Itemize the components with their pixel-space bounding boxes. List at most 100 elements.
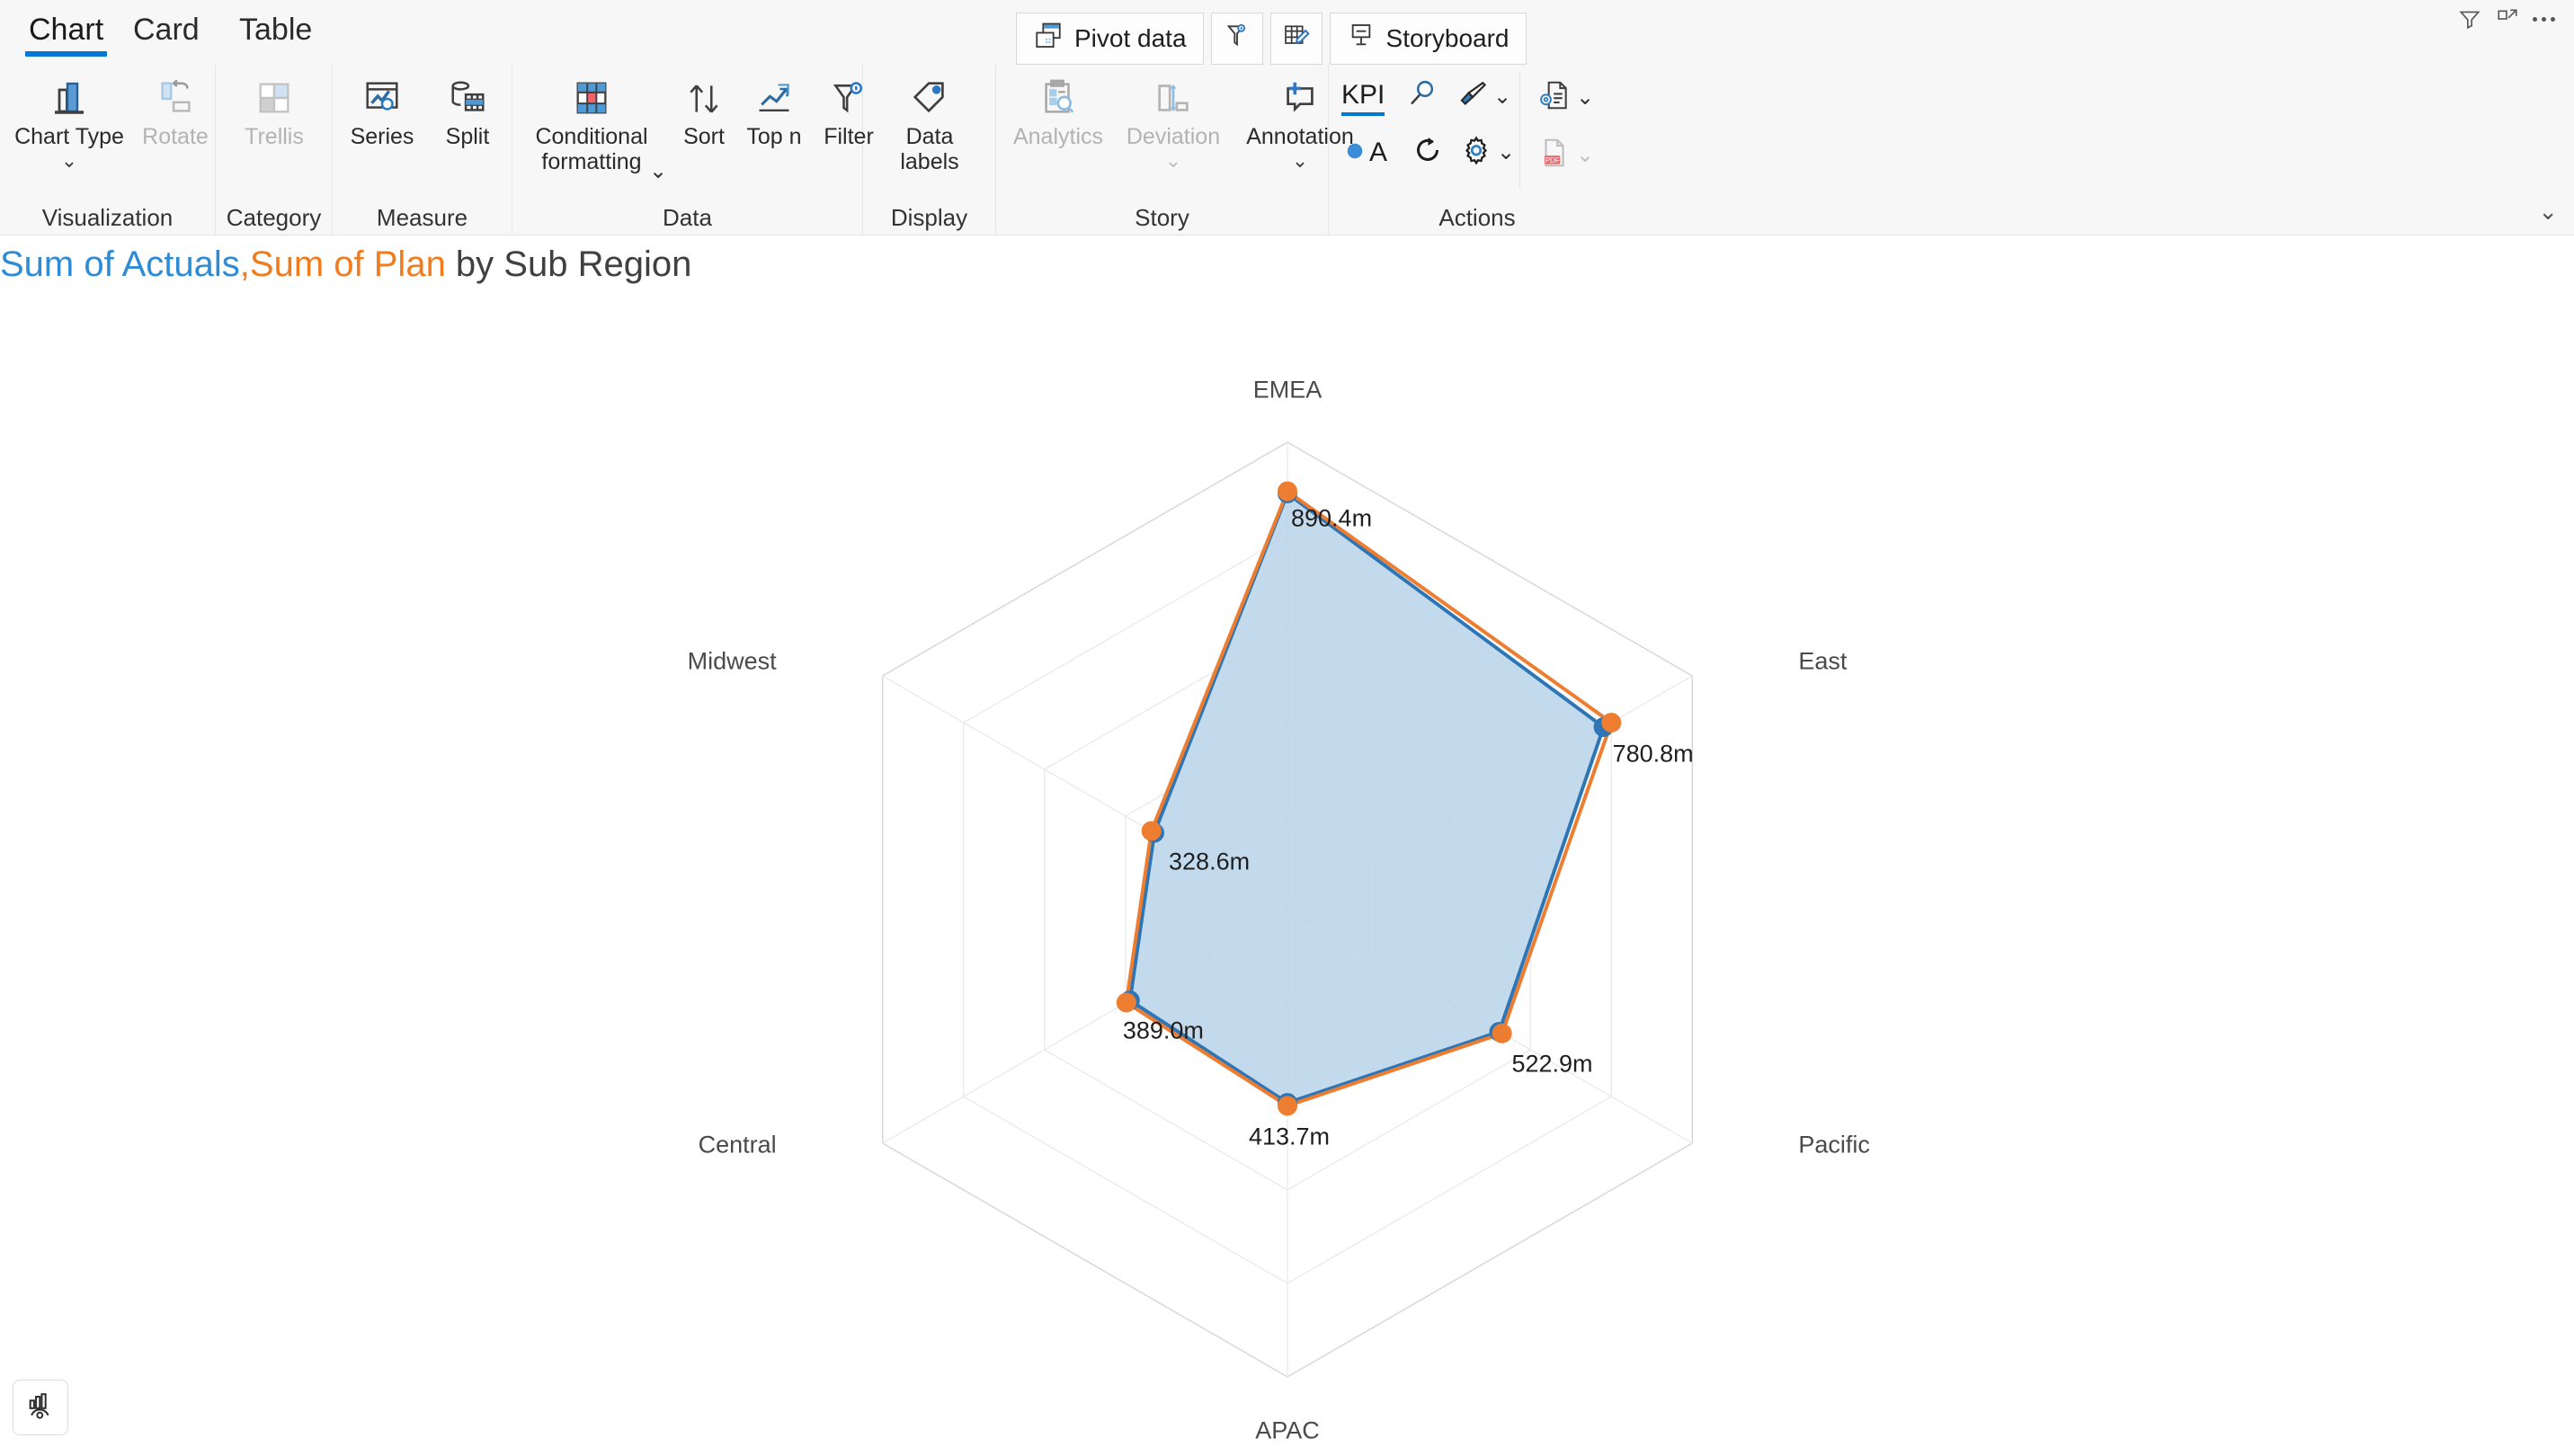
analytics-label: Analytics: [1012, 124, 1104, 149]
group-label-category: Category: [226, 204, 322, 231]
series-icon: [361, 68, 403, 119]
funnel-icon[interactable]: [2452, 4, 2488, 34]
expand-icon[interactable]: [2489, 4, 2525, 34]
pivot-data-button[interactable]: Pivot data: [1016, 13, 1204, 65]
document-config-button[interactable]: ⌄: [1534, 75, 1598, 120]
split-icon: [447, 68, 488, 119]
data-labels-label: Data labels: [900, 124, 959, 174]
sort-icon: [684, 68, 724, 119]
ribbon-top-commands: Pivot data Storyboard: [1016, 13, 1527, 65]
trellis-button: Trellis: [220, 68, 328, 149]
chevron-down-icon[interactable]: ⌄: [649, 158, 667, 184]
chevron-down-icon[interactable]: ⌄: [1497, 139, 1515, 165]
radar-chart[interactable]: EMEA East Pacific APAC Central Midwest 890.4m…: [0, 270, 2574, 1452]
more-options-icon[interactable]: [2525, 4, 2561, 34]
ribbon-groups: Chart Type ⌄ Rotate Visualization Trelli…: [0, 65, 2574, 235]
chart-insight-button[interactable]: [13, 1380, 68, 1435]
filter-info-button[interactable]: [1210, 13, 1263, 65]
table-edit-icon: [1282, 22, 1311, 57]
radar-chart-svg: [882, 441, 1694, 1378]
axis-label-east: East: [1798, 647, 1848, 675]
data-label-emea: 890.4m: [1291, 504, 1373, 532]
bar-chart-icon: [48, 68, 91, 119]
axis-label-midwest: Midwest: [687, 647, 777, 675]
bubble-a-label: A: [1369, 138, 1388, 167]
trellis-icon: [254, 68, 295, 119]
rotate-icon: [155, 68, 196, 119]
top-n-label: Top n: [746, 124, 802, 149]
top-n-icon: [754, 68, 794, 119]
data-label-apac: 413.7m: [1248, 1123, 1331, 1150]
annotation-icon: [1279, 68, 1321, 119]
data-labels-button[interactable]: Data labels: [872, 68, 987, 174]
tab-table[interactable]: Table: [234, 13, 317, 57]
chevron-down-icon[interactable]: ⌄: [1292, 151, 1308, 171]
pivot-data-label: Pivot data: [1074, 24, 1187, 52]
chevron-down-icon[interactable]: ⌄: [1493, 84, 1511, 110]
tab-chart[interactable]: Chart: [23, 13, 109, 57]
ribbon-group-story: Analytics Deviation ⌄ Annotation ⌄ Story: [996, 65, 1354, 235]
refresh-icon: [1412, 134, 1444, 171]
chart-insight-icon: [25, 1390, 56, 1425]
ribbon-group-measure: Series Split Measure: [333, 65, 512, 235]
sort-label: Sort: [683, 124, 725, 149]
storyboard-button[interactable]: Storyboard: [1329, 13, 1527, 65]
bubble-a-icon: [1345, 141, 1365, 165]
deviation-label: Deviation: [1126, 124, 1221, 149]
chevron-down-icon[interactable]: ⌄: [1576, 142, 1594, 168]
rotate-button: Rotate: [135, 68, 216, 149]
series-button[interactable]: Series: [337, 68, 427, 149]
refresh-button[interactable]: [1408, 131, 1447, 173]
document-gear-icon: [1537, 78, 1572, 117]
tag-icon: [909, 68, 950, 119]
analytics-icon: [1038, 68, 1079, 119]
deviation-button: Deviation ⌄: [1115, 68, 1232, 171]
tab-card[interactable]: Card: [128, 13, 205, 57]
group-label-visualization: Visualization: [41, 204, 174, 231]
data-label-central: 389.0m: [1122, 1017, 1204, 1044]
ribbon: Chart Card Table Pivot data Storyboard C…: [0, 0, 2574, 235]
data-label-east: 780.8m: [1612, 740, 1694, 768]
axis-label-emea: EMEA: [1252, 376, 1323, 404]
trellis-label: Trellis: [245, 124, 304, 149]
paintbrush-icon: [1456, 78, 1489, 115]
search-button[interactable]: [1403, 75, 1442, 118]
ribbon-group-display: Data labels Display: [863, 65, 996, 235]
split-button[interactable]: Split: [426, 68, 509, 149]
chevron-down-icon[interactable]: ⌄: [61, 151, 77, 171]
export-pdf-button[interactable]: PDF ⌄: [1534, 133, 1598, 177]
settings-button[interactable]: ⌄: [1456, 131, 1519, 173]
kpi-icon: KPI: [1341, 80, 1385, 116]
storyboard-icon: [1347, 22, 1376, 57]
ribbon-group-category: Trellis Category: [216, 65, 333, 235]
analytics-button: Analytics: [1002, 68, 1115, 149]
chart-type-button[interactable]: Chart Type ⌄: [2, 68, 137, 171]
conditional-formatting-icon: [571, 68, 612, 119]
top-n-button[interactable]: Top n: [737, 68, 811, 149]
sort-button[interactable]: Sort: [671, 68, 737, 149]
pivot-data-icon: [1033, 21, 1064, 58]
storyboard-label: Storyboard: [1385, 24, 1510, 52]
ribbon-collapse-caret[interactable]: ⌄: [2538, 198, 2558, 226]
ribbon-group-visualization: Chart Type ⌄ Rotate Visualization: [0, 65, 216, 235]
brush-button[interactable]: ⌄: [1453, 75, 1515, 118]
axis-label-central: Central: [698, 1131, 777, 1159]
split-label: Split: [445, 124, 490, 149]
series-label: Series: [350, 124, 414, 149]
group-label-display: Display: [890, 204, 968, 231]
svg-text:PDF: PDF: [1545, 156, 1560, 164]
kpi-button[interactable]: KPI: [1338, 77, 1388, 119]
chart-type-label: Chart Type: [14, 124, 124, 149]
magnifier-icon: [1406, 78, 1438, 115]
pdf-icon: PDF: [1537, 136, 1572, 174]
edit-table-button[interactable]: [1269, 13, 1323, 65]
actions-divider: [1519, 72, 1520, 189]
group-label-actions: Actions: [1438, 204, 1516, 231]
conditional-formatting-label: Conditional formatting: [535, 124, 648, 174]
rotate-label: Rotate: [142, 124, 209, 149]
chevron-down-icon[interactable]: ⌄: [1576, 84, 1594, 111]
chevron-down-icon: ⌄: [1164, 149, 1182, 172]
deviation-icon: [1153, 68, 1194, 119]
bubble-a-button[interactable]: A: [1341, 135, 1391, 171]
conditional-formatting-button[interactable]: Conditional formatting: [520, 68, 664, 174]
